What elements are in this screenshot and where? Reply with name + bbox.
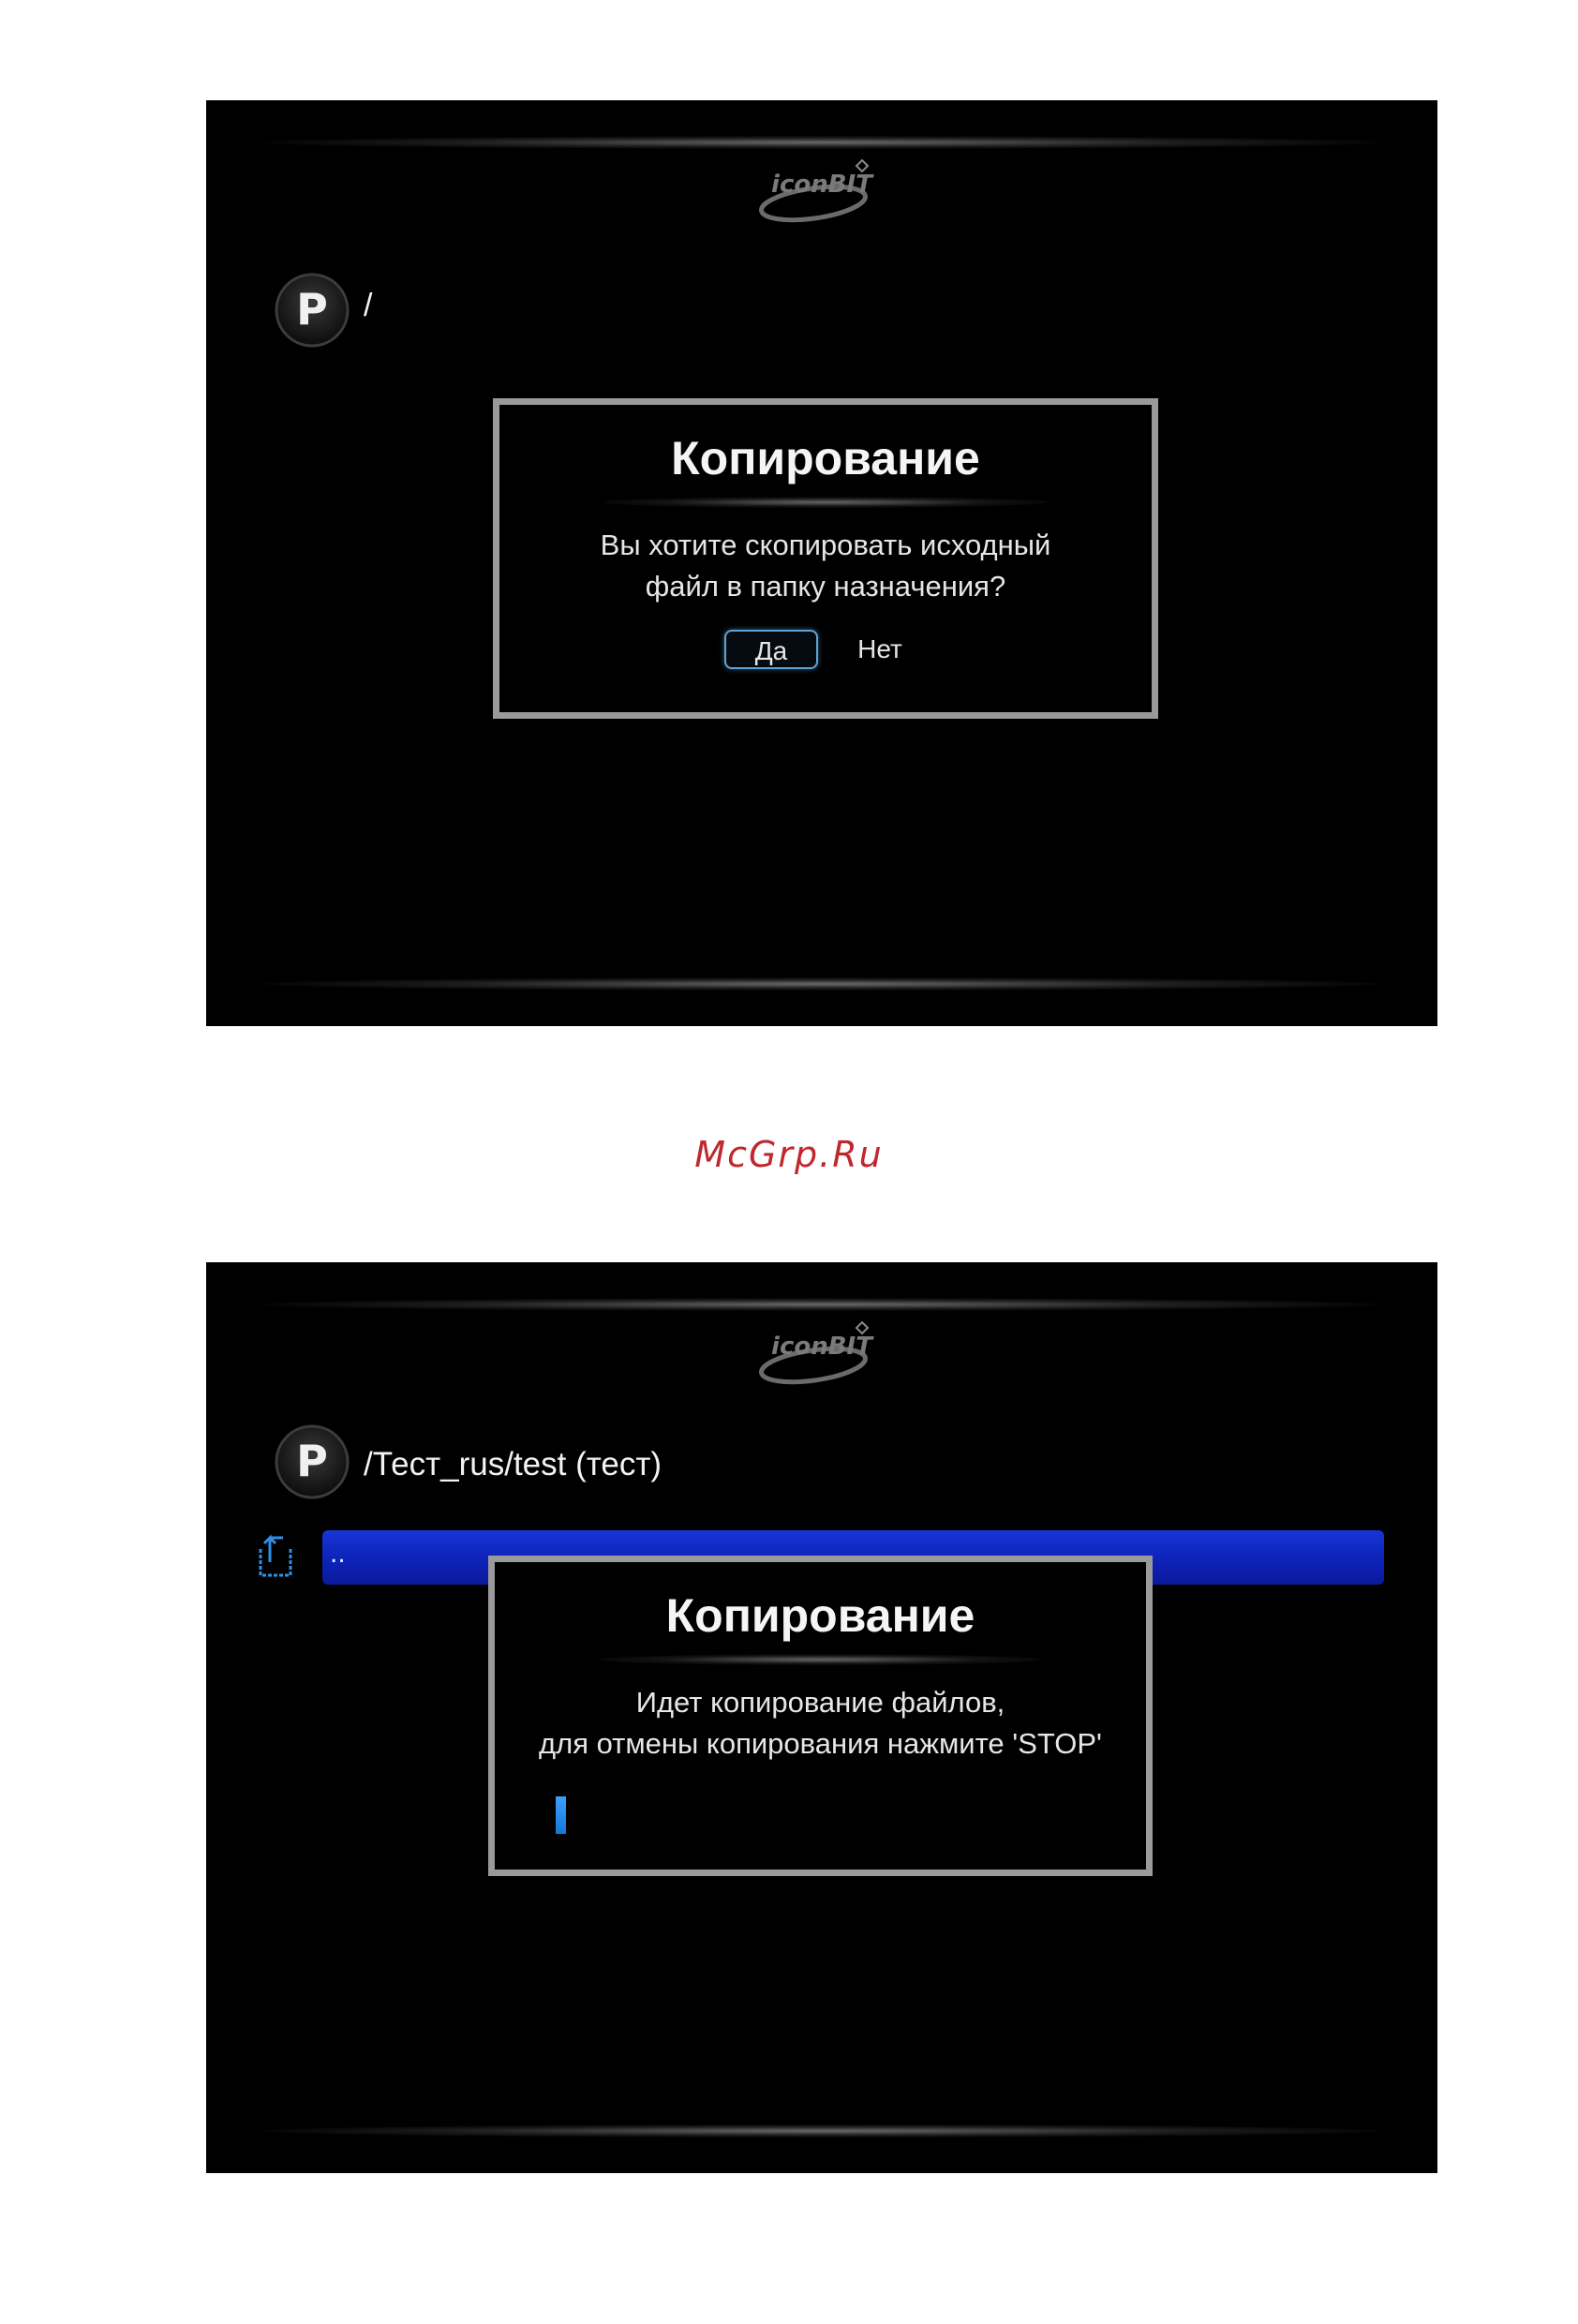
svg-text:iconBIT: iconBIT — [771, 1333, 874, 1361]
dialog-title: Копирование — [665, 1589, 975, 1642]
top-glow-divider — [262, 1298, 1381, 1311]
p-badge-icon: P — [274, 272, 350, 349]
dialog-message-line: Идет копирование файлов, — [635, 1686, 1005, 1719]
current-path: /Тест_rus/test (тест) — [364, 1446, 662, 1482]
dialog-message-line: Вы хотите скопировать исходный — [600, 529, 1051, 561]
copy-confirm-dialog: Копирование Вы хотите скопировать исходн… — [493, 398, 1158, 719]
folder-up-icon — [255, 1532, 296, 1579]
top-glow-divider — [262, 136, 1381, 149]
dialog-button-row: Да Нет — [499, 630, 1152, 671]
dialog-message-line: для отмены копирования нажмите 'STOP' — [539, 1727, 1102, 1760]
dialog-message-line: файл в папку назначения? — [645, 570, 1006, 603]
current-path: / — [364, 288, 373, 323]
svg-text:iconBIT: iconBIT — [771, 171, 874, 199]
tv-screen-copy-confirm: iconBIT P / Копирование Вы хотите скопир… — [206, 100, 1437, 1026]
copy-progress-dialog: Копирование Идет копирование файлов, для… — [488, 1556, 1153, 1876]
dialog-title: Копирование — [671, 432, 980, 484]
dialog-message: Вы хотите скопировать исходный файл в па… — [509, 525, 1142, 607]
iconbit-logo: iconBIT — [752, 1317, 892, 1392]
title-glow-divider — [598, 1654, 1043, 1665]
dialog-message: Идет копирование файлов, для отмены копи… — [504, 1682, 1137, 1765]
copy-progress-fill — [556, 1796, 567, 1834]
tv-screen-copy-progress: iconBIT P /Тест_rus/test (тест) .. Копир… — [206, 1262, 1437, 2173]
yes-button[interactable]: Да — [724, 630, 818, 669]
svg-text:P: P — [296, 1436, 328, 1486]
watermark-text: McGrp.Ru — [694, 1134, 884, 1175]
no-button[interactable]: Нет — [842, 630, 917, 669]
bottom-glow-divider — [262, 977, 1381, 991]
list-item-label: .. — [330, 1538, 346, 1569]
iconbit-logo: iconBIT — [752, 155, 892, 230]
copy-progress-bar — [556, 1796, 1080, 1834]
p-badge-icon: P — [274, 1423, 350, 1500]
svg-text:P: P — [296, 284, 328, 335]
title-glow-divider — [603, 497, 1049, 508]
bottom-glow-divider — [262, 2124, 1381, 2138]
